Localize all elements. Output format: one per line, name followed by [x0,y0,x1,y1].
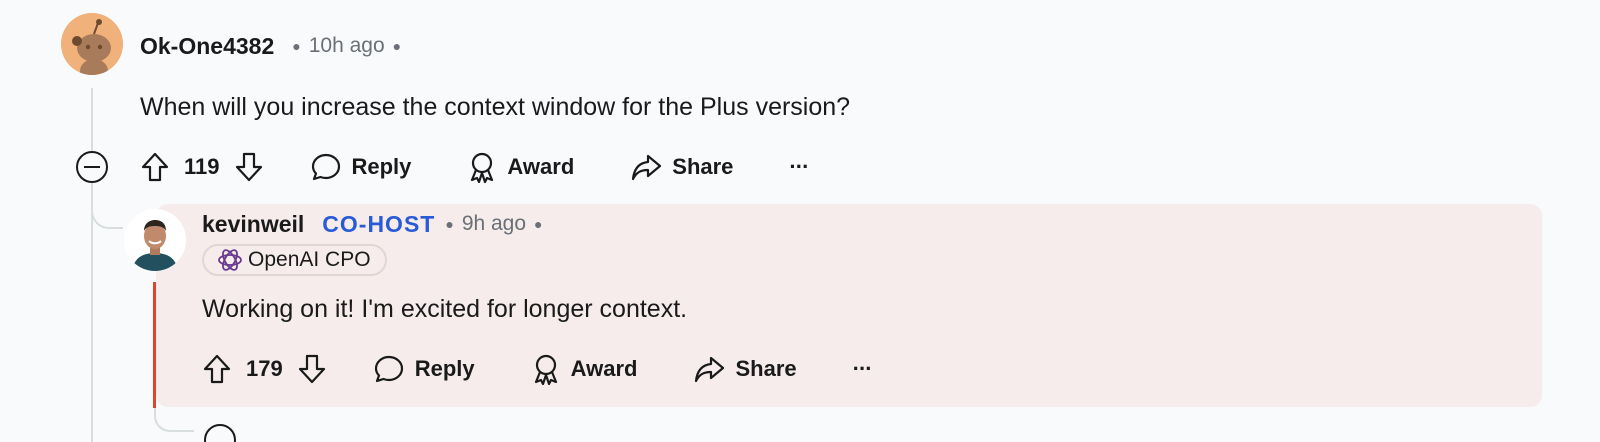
award-label: Award [507,154,575,179]
award-icon [471,152,494,183]
username[interactable]: Ok-One4382 [140,33,274,60]
award-icon [534,354,557,385]
reply-button[interactable]: Reply [310,151,412,183]
comment-thread: Ok-One4382 ● 10h ago ● When will you inc… [0,0,1600,442]
thread-line[interactable] [91,88,93,151]
more-options-button[interactable]: ··· [789,154,809,180]
reply-label: Reply [414,356,475,381]
collapse-icon [84,166,100,168]
comment-icon [374,355,403,383]
user-photo-icon [124,209,186,271]
separator-dot: ● [292,38,301,54]
upvote-icon [141,152,169,182]
more-options-button[interactable]: ··· [852,356,873,382]
avatar[interactable] [61,13,123,75]
share-button[interactable]: Share [630,151,733,183]
reddit-avatar-icon [61,13,123,75]
award-label: Award [570,356,638,381]
comment-header: kevinweil CO-HOST ● 9h ago ● [202,209,551,239]
share-label: Share [735,356,797,381]
share-icon [695,356,725,383]
more-replies-icon[interactable] [204,424,236,442]
vote-count: 179 [246,356,283,381]
comment-body: When will you increase the context windo… [140,93,851,121]
thread-line[interactable] [91,183,93,442]
comment-actions: 179 Reply Award Share ··· [202,352,873,386]
user-flair: OpenAI CPO [202,244,387,276]
downvote-button[interactable] [234,151,264,183]
collapse-button[interactable] [76,151,108,183]
downvote-button[interactable] [297,353,327,385]
timestamp[interactable]: 10h ago [309,34,385,58]
separator-dot: ● [445,216,454,232]
award-button[interactable]: Award [531,353,638,385]
upvote-button[interactable] [202,353,232,385]
reply-label: Reply [351,154,412,179]
reply-connector [91,183,123,229]
vote-count: 119 [184,154,220,179]
downvote-icon [298,354,325,384]
avatar[interactable] [124,209,186,271]
cohost-badge: CO-HOST [322,210,436,237]
timestamp[interactable]: 9h ago [462,212,526,236]
username[interactable]: kevinweil [202,211,304,238]
op-accent-line [153,282,156,408]
comment-actions: 119 Reply Award Share ··· [140,150,809,184]
separator-dot: ● [392,38,402,54]
comment-icon [311,153,340,181]
award-button[interactable]: Award [467,151,574,183]
openai-logo-icon [218,249,242,271]
reply-button[interactable]: Reply [373,353,475,385]
upvote-button[interactable] [140,151,170,183]
share-label: Share [672,154,734,179]
share-button[interactable]: Share [693,353,797,385]
more-icon: ··· [789,154,809,179]
comment-header: Ok-One4382 ● 10h ago ● [140,31,409,61]
share-icon [632,154,662,181]
comment-body: Working on it! I'm excited for longer co… [202,295,688,323]
flair-label: OpenAI CPO [248,248,371,271]
more-icon: ··· [852,356,873,381]
downvote-icon [235,152,262,182]
reply-connector [154,406,194,432]
separator-dot: ● [534,216,543,232]
upvote-icon [203,354,231,384]
